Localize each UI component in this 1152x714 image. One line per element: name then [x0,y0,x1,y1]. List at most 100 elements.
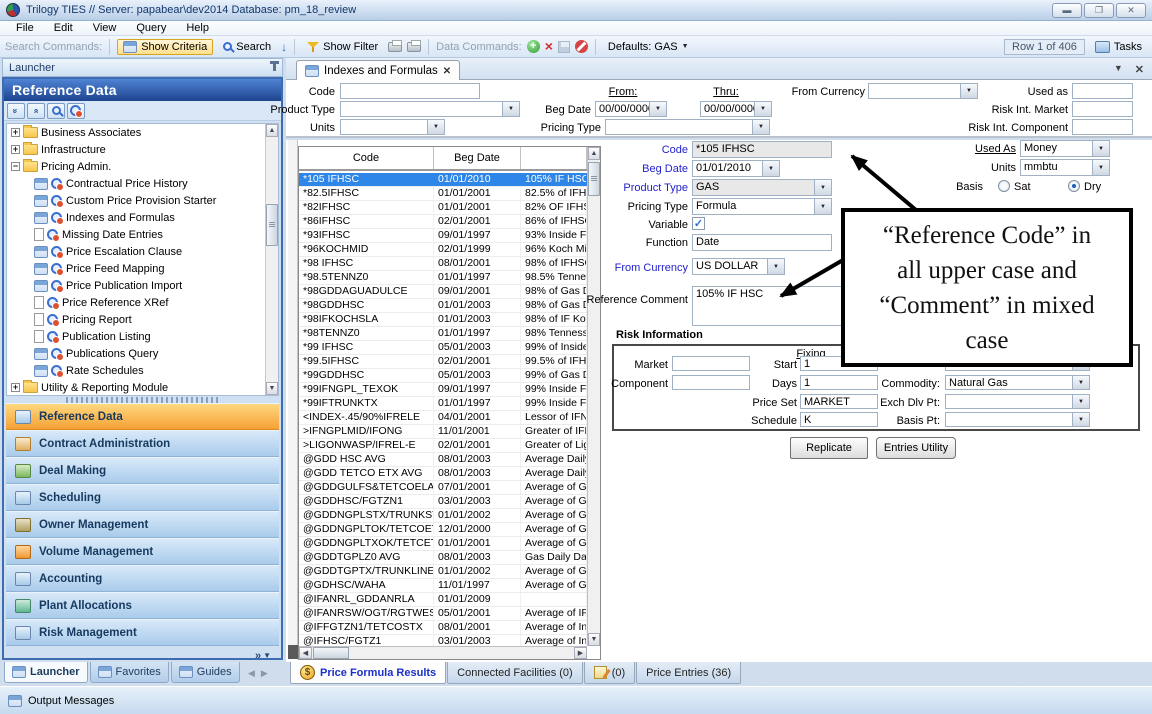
sidebar-tab[interactable]: Favorites [90,662,169,683]
tab-pager-arrows[interactable]: ◀▶ [248,668,274,679]
table-row[interactable]: *99IFTRUNKTX 01/01/1997 99% Inside FER [299,397,587,411]
table-row[interactable]: *98GDDHSC 01/01/2003 98% of Gas Da [299,299,587,313]
launcher-section[interactable]: Accounting [6,565,279,592]
launcher-section[interactable]: Deal Making [6,457,279,484]
table-row[interactable]: @GDD HSC AVG 08/01/2003 Average Daily [299,453,587,467]
tab-list-dropdown-icon[interactable]: ▼ [1114,63,1123,76]
document-tab[interactable]: Indexes and Formulas ✕ [296,60,460,81]
detail-code-field[interactable]: *105 IFHSC [692,141,832,158]
variable-checkbox[interactable] [692,217,705,230]
code-input[interactable] [340,83,480,99]
table-row[interactable]: @IFANRSW/OGT/RGTWEST 05/01/2001 Average … [299,607,587,621]
chevron-down-icon[interactable]: ▼ [767,259,784,274]
column-header-beg-date[interactable]: Beg Date [434,147,521,169]
exch-dlv-pt-select[interactable]: ▼ [945,394,1090,409]
tree-item[interactable]: Rate Schedules [7,362,278,379]
risk-int-component-input[interactable] [1072,119,1133,135]
table-row[interactable]: >IFNGPLMID/IFONG 11/01/2001 Greater of I… [299,425,587,439]
from-currency-select[interactable]: ▼ [868,83,978,99]
table-row[interactable]: *82IFHSC 01/01/2001 82% OF IFHSC [299,201,587,215]
chevron-down-icon[interactable]: ▼ [1092,160,1109,175]
price-set-input[interactable]: MARKET [800,394,878,409]
sort-icon[interactable]: ↓ [281,40,287,54]
beg-date-from-input[interactable]: 00/00/0000▼ [595,101,667,117]
pin-icon[interactable] [273,64,276,71]
table-row[interactable]: <INDEX-.45/90%IFRELE 04/01/2001 Lessor o… [299,411,587,425]
menu-item[interactable]: Edit [44,21,83,36]
table-row[interactable]: @GDDTGPTX/TRUNKLINE 01/01/2002 Average o… [299,565,587,579]
detail-product-type-select[interactable]: GAS▼ [692,179,832,196]
chevron-down-icon[interactable]: ▼ [1072,413,1089,426]
entries-utility-button[interactable]: Entries Utility [876,437,956,459]
table-row[interactable]: @GDD TETCO ETX AVG 08/01/2003 Average Da… [299,467,587,481]
sidebar-tab[interactable]: Guides [171,662,240,683]
show-criteria-button[interactable]: Show Criteria [117,39,213,55]
table-row[interactable]: *98IFKOCHSLA 01/01/2003 98% of IF Koch [299,313,587,327]
launcher-section[interactable]: Risk Management [6,619,279,646]
basis-sat-radio[interactable] [998,180,1010,192]
component-input[interactable] [672,375,750,390]
tasks-button[interactable]: Tasks [1090,40,1147,54]
table-row[interactable]: @IFHSC/FGTZ1 03/01/2003 Average of Ins [299,635,587,646]
function-field[interactable]: Date [692,234,832,251]
tree-search-button[interactable] [47,103,65,119]
chevron-down-icon[interactable]: ▼ [427,120,444,134]
menu-item[interactable]: Help [176,21,219,36]
add-record-icon[interactable] [527,40,540,53]
menu-item[interactable]: View [83,21,127,36]
tree-item[interactable]: Price Publication Import [7,277,278,294]
table-row[interactable]: >LIGONWASP/IFREL-E 02/01/2001 Greater of… [299,439,587,453]
table-row[interactable]: *98GDDAGUADULCE 09/01/2001 98% of Gas Da [299,285,587,299]
tree-item[interactable]: Utility & Reporting Module [7,379,278,396]
table-row[interactable]: *105 IFHSC 01/01/2010 105% IF HSC [299,173,587,187]
tree-item[interactable]: Missing Date Entries [7,226,278,243]
reference-comment-textarea[interactable]: 105% IF HSC [692,286,845,326]
table-row[interactable]: @GDDNGPLSTX/TRUNKSTX 01/01/2002 Average … [299,509,587,523]
tree-item[interactable]: Indexes and Formulas [7,209,278,226]
chevron-down-icon[interactable]: ▼ [1072,395,1089,408]
table-row[interactable]: *99.5IFHSC 02/01/2001 99.5% of IFHS [299,355,587,369]
units-select[interactable]: ▼ [340,119,445,135]
table-row[interactable]: *93IFHSC 09/01/1997 93% Inside FER [299,229,587,243]
detail-beg-date-select[interactable]: 01/01/2010▼ [692,160,780,177]
product-type-select[interactable]: ▼ [340,101,520,117]
column-header-desc[interactable] [521,147,587,169]
replicate-button[interactable]: Replicate [790,437,868,459]
close-tab-icon[interactable]: ✕ [443,66,451,77]
collapsed-splitter-bar[interactable] [288,140,298,645]
tree-item[interactable]: Publications Query [7,345,278,362]
table-row[interactable]: *99 IFHSC 05/01/2003 99% of Inside I [299,341,587,355]
scroll-right-icon[interactable]: ▶ [574,647,587,659]
print-preview-icon[interactable] [388,42,402,52]
menu-item[interactable]: File [6,21,44,36]
close-button[interactable]: ✕ [1116,3,1146,18]
expand-all-button[interactable]: » [27,103,45,119]
table-row[interactable]: @GDDNGPLTXOK/TETCETX 01/01/2001 Average … [299,537,587,551]
table-row[interactable]: *99GDDHSC 05/01/2003 99% of Gas Da [299,369,587,383]
detail-units-select[interactable]: mmbtu▼ [1020,159,1110,176]
printer-icon[interactable] [407,42,421,52]
search-button[interactable]: Search [218,40,276,54]
table-row[interactable]: @GDHSC/WAHA 11/01/1997 Average of Ga [299,579,587,593]
tree-item[interactable]: Price Feed Mapping [7,260,278,277]
table-row[interactable]: @GDDTGPLZ0 AVG 08/01/2003 Gas Daily Dail… [299,551,587,565]
detail-from-currency-select[interactable]: US DOLLAR▼ [692,258,785,275]
menu-item[interactable]: Query [126,21,176,36]
delete-record-icon[interactable]: × [545,40,553,53]
chevron-down-icon[interactable]: ▼ [1092,141,1109,156]
bottom-tab[interactable]: Connected Facilities (0) [447,662,583,684]
launcher-section[interactable]: Contract Administration [6,430,279,457]
pricing-type-select[interactable]: ▼ [605,119,770,135]
tree-scrollbar[interactable]: ▲ ▼ [265,124,278,395]
chevron-down-icon[interactable]: ▼ [649,102,666,116]
table-row[interactable]: @IFANRL_GDDANRLA 01/01/2009 [299,593,587,607]
close-document-icon[interactable]: ✕ [1135,63,1144,76]
launcher-section[interactable]: Plant Allocations [6,592,279,619]
chevron-down-icon[interactable]: ▼ [502,102,519,116]
tree-item[interactable]: Pricing Report [7,311,278,328]
column-header-code[interactable]: Code [299,147,434,169]
expand-icon[interactable] [11,383,20,392]
chevron-down-icon[interactable]: ▼ [814,180,831,195]
used-as-select[interactable]: Money▼ [1020,140,1110,157]
schedule-input[interactable]: K [800,412,878,427]
